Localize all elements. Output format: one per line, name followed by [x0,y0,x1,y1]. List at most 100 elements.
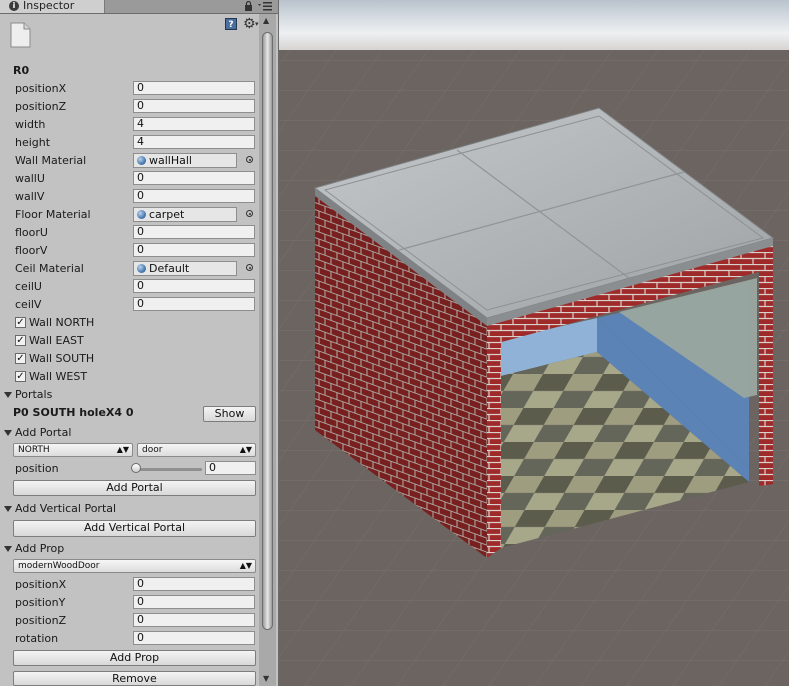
wall-north-checkbox[interactable]: ✓ [15,317,26,328]
prop-rotation-field[interactable]: 0 [133,631,255,645]
floor-material-row: Floor Material carpet [0,206,258,224]
add-prop-button[interactable]: Add Prop [13,650,256,666]
positionz-field[interactable]: 0 [133,99,255,113]
field-row-height: height 4 [0,134,258,152]
field-row-ceilu: ceilU 0 [0,278,258,296]
wallv-field[interactable]: 0 [133,189,255,203]
field-row-positionx: positionX 0 [0,80,258,98]
info-icon: i [9,1,19,11]
field-label: positionY [15,596,66,609]
floorv-field[interactable]: 0 [133,243,255,257]
object-picker-icon[interactable] [246,210,253,217]
wall-west-checkbox[interactable]: ✓ [15,371,26,382]
wallu-field[interactable]: 0 [133,171,255,185]
field-label: floorU [15,226,48,239]
wall-south-row: ✓ Wall SOUTH [0,350,258,368]
show-portal-button[interactable]: Show [203,406,256,422]
remove-button[interactable]: Remove [13,671,256,686]
portal-direction-dropdown[interactable]: NORTH ▲▼ [13,443,133,457]
prop-positionz-row: positionZ 0 [0,612,258,630]
checkbox-label: Wall SOUTH [29,352,95,365]
foldout-arrow-icon [4,506,12,512]
field-label: ceilV [15,298,42,311]
inspector-scrollbar[interactable]: ▲ ▼ [259,14,276,686]
field-row-ceilv: ceilV 0 [0,296,258,314]
width-field[interactable]: 4 [133,117,255,131]
ceilu-field[interactable]: 0 [133,279,255,293]
field-label: rotation [15,632,59,645]
dropdown-value: modernWoodDoor [18,561,100,571]
field-label: wallV [15,190,45,203]
positionx-field[interactable]: 0 [133,81,255,95]
add-portal-foldout[interactable]: Add Portal [0,424,258,442]
object-picker-icon[interactable] [246,264,253,271]
add-vertical-portal-foldout[interactable]: Add Vertical Portal [0,500,258,518]
portal-position-field[interactable]: 0 [205,461,256,475]
position-slider-track[interactable] [136,468,202,471]
add-vertical-portal-button[interactable]: Add Vertical Portal [13,520,256,537]
field-label: floorV [15,244,48,257]
dropdown-value: NORTH [18,445,50,455]
field-label: positionX [15,578,67,591]
chevron-down-icon: ▾ [255,20,259,28]
menu-icon[interactable] [258,1,272,11]
add-portal-button[interactable]: Add Portal [13,480,256,496]
height-field[interactable]: 4 [133,135,255,149]
prop-positionx-row: positionX 0 [0,576,258,594]
wall-material-field[interactable]: wallHall [133,153,237,168]
object-picker-icon[interactable] [246,156,253,163]
wall-east-row: ✓ Wall EAST [0,332,258,350]
portal-dropdowns-row: NORTH ▲▼ door ▲▼ [0,442,258,460]
field-row-flooru: floorU 0 [0,224,258,242]
prop-positionx-field[interactable]: 0 [133,577,255,591]
prop-dropdown[interactable]: modernWoodDoor ▲▼ [13,559,256,573]
field-label: Floor Material [15,208,91,221]
scroll-up-icon[interactable]: ▲ [263,16,269,25]
wall-east-checkbox[interactable]: ✓ [15,335,26,346]
ceil-material-field[interactable]: Default [133,261,237,276]
foldout-label: Portals [15,388,53,401]
east-wall-edge [759,264,773,486]
checkbox-label: Wall EAST [29,334,84,347]
field-label: Wall Material [15,154,87,167]
prop-positionz-field[interactable]: 0 [133,613,255,627]
field-row-width: width 4 [0,116,258,134]
ceilv-field[interactable]: 0 [133,297,255,311]
scene-canvas [279,0,789,686]
field-label: position [15,462,59,475]
foldout-arrow-icon [4,546,12,552]
portals-foldout[interactable]: Portals [0,386,258,404]
scene-view[interactable] [279,0,789,686]
scrollbar-thumb[interactable] [262,32,273,630]
dropdown-value: door [142,445,163,455]
prop-positiony-field[interactable]: 0 [133,595,255,609]
portal-position-row: position 0 [0,460,258,478]
wall-south-checkbox[interactable]: ✓ [15,353,26,364]
inspector-panel: i Inspector ? ⚙ ▾ R0 positionX 0 positio… [0,0,279,686]
add-prop-foldout[interactable]: Add Prop [0,540,258,558]
foldout-label: Add Prop [15,542,65,555]
checkbox-label: Wall NORTH [29,316,95,329]
material-name: carpet [149,208,185,221]
field-label: positionZ [15,100,67,113]
ceil-material-row: Ceil Material Default [0,260,258,278]
foldout-arrow-icon [4,430,12,436]
material-sphere-icon [137,264,146,273]
material-name: Default [149,262,190,275]
floor-material-field[interactable]: carpet [133,207,237,222]
field-row-floorv: floorV 0 [0,242,258,260]
tab-inspector[interactable]: i Inspector [0,0,105,13]
foldout-label: Add Vertical Portal [15,502,117,515]
object-name: R0 [13,64,30,77]
dropdown-arrow-icon: ▲▼ [239,561,252,570]
field-label: positionZ [15,614,67,627]
prop-positiony-row: positionY 0 [0,594,258,612]
flooru-field[interactable]: 0 [133,225,255,239]
lock-icon[interactable] [244,1,253,11]
gear-icon[interactable]: ⚙ [243,16,256,32]
portal-type-dropdown[interactable]: door ▲▼ [137,443,256,457]
help-book-icon[interactable]: ? [225,18,237,30]
scroll-down-icon[interactable]: ▼ [263,674,269,683]
position-slider-thumb[interactable] [131,463,141,473]
field-row-wallv: wallV 0 [0,188,258,206]
